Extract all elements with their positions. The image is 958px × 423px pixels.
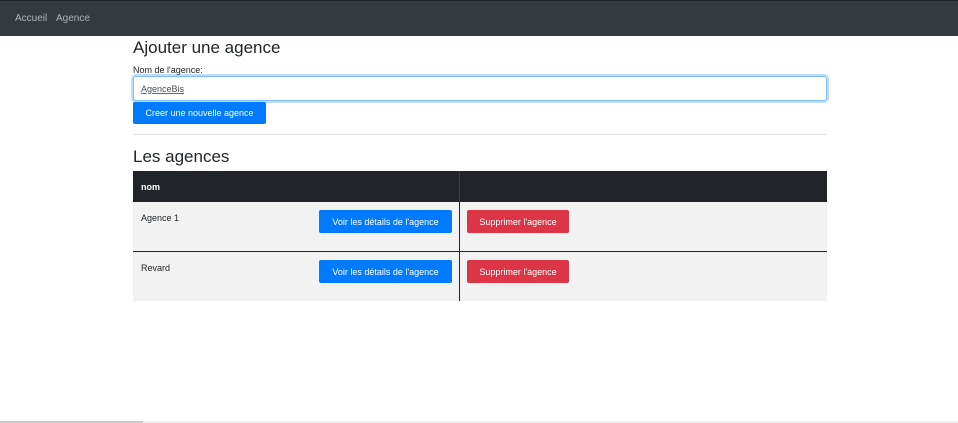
column-divider xyxy=(459,202,460,251)
agency-name-cell: Revard xyxy=(141,263,171,273)
agency-name-label: Nom de l'agence: xyxy=(133,65,203,75)
agency-name-cell: Agence 1 xyxy=(141,213,180,223)
table-row: Agence 1 Voir les détails de l'agence Su… xyxy=(133,202,827,251)
nav-link-agence[interactable]: Agence xyxy=(56,13,90,24)
delete-agency-button[interactable]: Supprimer l'agence xyxy=(467,260,569,283)
header-divider xyxy=(459,171,460,202)
delete-agency-button[interactable]: Supprimer l'agence xyxy=(467,210,569,233)
view-details-button[interactable]: Voir les détails de l'agence xyxy=(319,210,452,233)
agencies-table: nom Agence 1 Voir les détails de l'agenc… xyxy=(133,171,827,301)
table-row: Revard Voir les détails de l'agence Supp… xyxy=(133,251,827,301)
table-header: nom xyxy=(133,171,827,202)
agencies-title: Les agences xyxy=(133,147,230,166)
nav-link-accueil[interactable]: Accueil xyxy=(15,13,47,24)
create-agency-button[interactable]: Creer une nouvelle agence xyxy=(133,102,266,124)
navbar: Accueil Agence xyxy=(0,0,958,36)
divider xyxy=(133,134,827,135)
column-divider xyxy=(459,252,460,301)
view-details-button[interactable]: Voir les détails de l'agence xyxy=(319,260,452,283)
agency-name-input[interactable] xyxy=(133,76,827,101)
column-header-nom: nom xyxy=(141,182,160,192)
form-title: Ajouter une agence xyxy=(133,38,281,57)
